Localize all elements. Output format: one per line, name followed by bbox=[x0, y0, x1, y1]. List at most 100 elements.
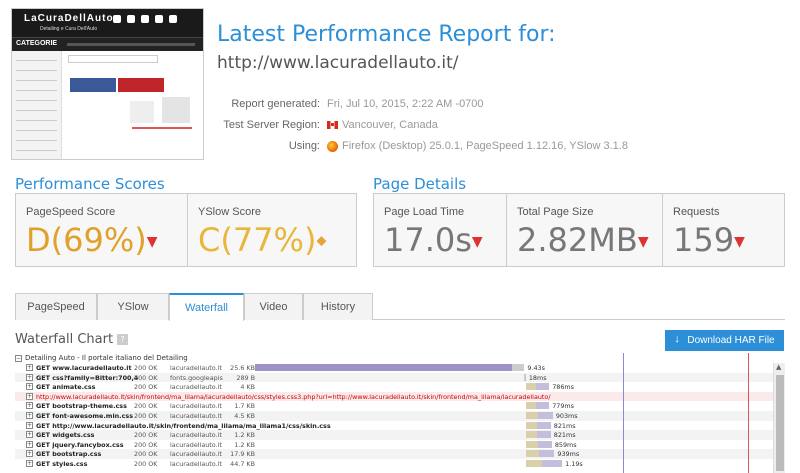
waterfall-row[interactable]: + GET animate.css 200 OK lacuradellauto.it 4… bbox=[15, 382, 785, 392]
total-page-size-label: Total Page Size bbox=[517, 206, 594, 218]
total-page-size-card[interactable]: Total Page Size 2.82MB▼ bbox=[506, 194, 662, 266]
firefox-icon bbox=[327, 140, 338, 152]
waterfall-group-header[interactable]: − Detailing Auto - Il portale italiano d… bbox=[15, 353, 785, 363]
timing-bar-receive bbox=[525, 373, 526, 381]
expand-icon[interactable]: + bbox=[26, 431, 33, 439]
onload-marker bbox=[748, 353, 749, 473]
thumbnail-category-label: CATEGORIE bbox=[16, 40, 58, 47]
tab-yslow[interactable]: YSlow bbox=[97, 293, 169, 320]
tab-history[interactable]: History bbox=[303, 293, 373, 320]
request-size: 25.6 KB bbox=[230, 364, 255, 372]
waterfall-scrollbar[interactable]: ▲ bbox=[773, 363, 785, 473]
request-status: 200 OK bbox=[134, 383, 158, 392]
page-details-box: Page Load Time 17.0s▼ Total Page Size 2.… bbox=[373, 193, 785, 267]
waterfall-row[interactable]: + GET jquery.fancybox.css 200 OK lacuradell… bbox=[15, 440, 785, 450]
expand-icon[interactable]: + bbox=[26, 450, 33, 458]
timing-bar-receive bbox=[537, 421, 551, 429]
test-region-label: Test Server Region: bbox=[223, 119, 320, 131]
page-details-heading: Page Details bbox=[373, 175, 467, 193]
waterfall-row[interactable]: + GET styles.css 200 OK lacuradellauto.it 44… bbox=[15, 459, 785, 469]
waterfall-group-label: Detailing Auto - Il portale italiano del… bbox=[25, 354, 188, 362]
request-status: 200 OK bbox=[134, 459, 158, 468]
expand-icon[interactable]: + bbox=[26, 411, 33, 419]
expand-icon[interactable]: + bbox=[26, 392, 33, 400]
request-url: GET font-awesome.min.css bbox=[36, 411, 134, 420]
request-time: 821ms bbox=[553, 421, 576, 430]
tab-waterfall[interactable]: Waterfall bbox=[169, 293, 244, 321]
request-url: http://www.lacuradellauto.it/skin/fronte… bbox=[36, 392, 551, 401]
waterfall-row[interactable]: + GET font-awesome.min.css 200 OK lacuradel… bbox=[15, 410, 785, 421]
page-load-time-value: 17.0s bbox=[384, 221, 472, 259]
yslow-score-card[interactable]: YSlow Score C(77%)◆ bbox=[187, 194, 357, 266]
test-region-value: Vancouver, Canada bbox=[342, 119, 438, 131]
expand-icon[interactable]: + bbox=[26, 459, 33, 467]
tab-pagespeed[interactable]: PageSpeed bbox=[15, 293, 97, 320]
thumbnail-nav: CATEGORIE bbox=[12, 37, 203, 51]
request-time: 939ms bbox=[557, 450, 580, 459]
timing-bar-area: 903ms bbox=[255, 411, 773, 421]
thumbnail-search bbox=[68, 55, 158, 63]
waterfall-row[interactable]: + http://www.lacuradellauto.it/skin/front… bbox=[15, 391, 785, 402]
request-size: 1.2 KB bbox=[234, 431, 255, 440]
request-domain: fonts.googleapis bbox=[170, 373, 223, 382]
scroll-up-icon[interactable]: ▲ bbox=[776, 363, 781, 371]
collapse-icon[interactable]: − bbox=[15, 354, 22, 362]
waterfall-row[interactable]: + GET http://www.lacuradellauto.it/skin/f… bbox=[15, 421, 785, 431]
download-har-button[interactable]: Download HAR File bbox=[665, 330, 784, 351]
request-size: 4.5 KB bbox=[234, 411, 255, 420]
timing-bar-wait bbox=[525, 459, 543, 467]
scrollbar-thumb[interactable] bbox=[776, 375, 784, 471]
thumbnail-sidebar bbox=[12, 51, 62, 159]
tab-video[interactable]: Video bbox=[244, 293, 303, 320]
help-icon[interactable]: ? bbox=[117, 334, 129, 345]
using-value: Firefox (Desktop) 25.0.1, PageSpeed 1.12… bbox=[342, 140, 628, 152]
down-arrow-icon: ▼ bbox=[146, 233, 158, 250]
request-time: 786ms bbox=[552, 383, 574, 392]
download-icon bbox=[674, 333, 683, 345]
waterfall-row[interactable]: + GET bootstrap.css 200 OK lacuradellauto.i… bbox=[15, 449, 785, 459]
request-time: 821ms bbox=[553, 431, 576, 440]
request-url: GET bootstrap-theme.css bbox=[36, 402, 127, 411]
timing-bar-area: 1.19s bbox=[255, 459, 773, 469]
request-status: 200 OK bbox=[134, 431, 158, 440]
request-status: 200 OK bbox=[134, 440, 158, 449]
waterfall-row[interactable]: + GET bootstrap-theme.css 200 OK lacuradell… bbox=[15, 401, 785, 411]
timing-bar-area: 939ms bbox=[255, 449, 773, 459]
performance-scores-heading: Performance Scores bbox=[15, 175, 165, 193]
pagespeed-score-card[interactable]: PageSpeed Score D(69%)▼ bbox=[16, 194, 187, 266]
request-url: GET www.lacuradellauto.it bbox=[36, 364, 132, 372]
request-url: GET styles.css bbox=[36, 459, 88, 468]
waterfall-row[interactable]: + GET css?family=Bitter:700,4 200 OK fonts.… bbox=[15, 372, 785, 383]
request-domain: lacuradellauto.it bbox=[170, 383, 222, 392]
timing-bar bbox=[255, 364, 513, 371]
request-url: GET bootstrap.css bbox=[36, 450, 102, 459]
expand-icon[interactable]: + bbox=[26, 383, 33, 391]
report-generated-value: Fri, Jul 10, 2015, 2:22 AM -0700 bbox=[327, 98, 484, 110]
request-time: 859ms bbox=[554, 440, 577, 449]
waterfall-table: − Detailing Auto - Il portale italiano d… bbox=[15, 353, 785, 473]
requests-card[interactable]: Requests 159▼ bbox=[662, 194, 785, 266]
expand-icon[interactable]: + bbox=[26, 364, 33, 371]
timing-bar-wait bbox=[525, 431, 538, 439]
request-status: 200 OK bbox=[134, 411, 158, 420]
thumbnail-subtitle: Detailing e Cura Dell'Auto bbox=[40, 26, 98, 32]
expand-icon[interactable]: + bbox=[26, 440, 33, 448]
timing-bar-area: 859ms bbox=[255, 440, 773, 450]
waterfall-row[interactable]: + GET widgets.css 200 OK lacuradellauto.it 1… bbox=[15, 430, 785, 440]
expand-icon[interactable]: + bbox=[26, 373, 33, 381]
request-domain: lacuradellauto.it bbox=[170, 431, 222, 440]
page-load-time-label: Page Load Time bbox=[384, 206, 465, 218]
timing-bar-wait bbox=[525, 402, 537, 410]
timing-bar-area: 821ms bbox=[255, 430, 773, 440]
site-screenshot-thumbnail: LaCuraDellAuto Detailing e Cura Dell'Aut… bbox=[11, 8, 204, 160]
expand-icon[interactable]: + bbox=[26, 402, 33, 410]
requests-label: Requests bbox=[673, 206, 720, 218]
timing-bar-area: 821ms bbox=[255, 421, 773, 431]
expand-icon[interactable]: + bbox=[26, 421, 33, 429]
total-page-size-value: 2.82MB bbox=[517, 221, 638, 259]
timing-bar-wait bbox=[525, 383, 537, 391]
page-load-time-card[interactable]: Page Load Time 17.0s▼ bbox=[374, 194, 506, 266]
request-time: 903ms bbox=[555, 411, 578, 420]
waterfall-row[interactable]: + GET www.lacuradellauto.it 200 OK lacurade… bbox=[15, 363, 785, 373]
timing-bar-wait bbox=[525, 411, 539, 419]
